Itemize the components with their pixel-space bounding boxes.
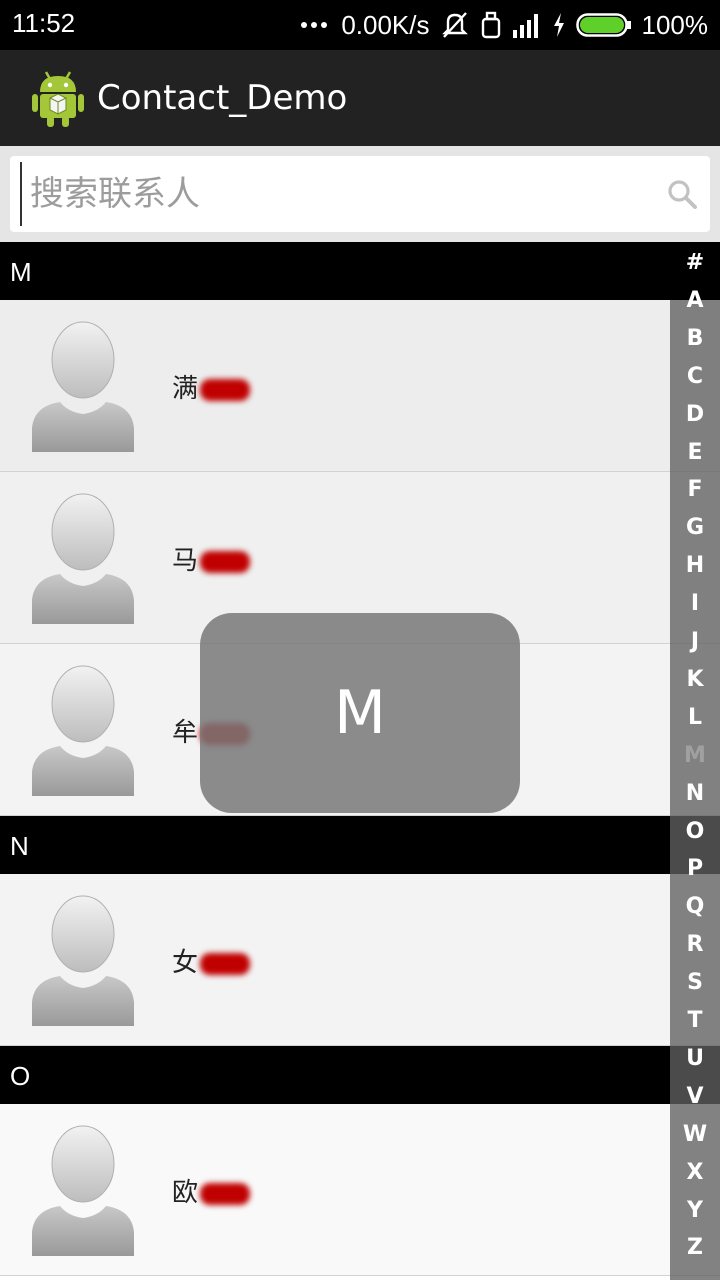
index-letter-g[interactable]: G	[670, 515, 720, 540]
contact-name-text: 牟	[172, 718, 199, 748]
search-bar	[0, 146, 720, 242]
index-letter-x[interactable]: X	[670, 1160, 720, 1185]
index-letter-q[interactable]: Q	[670, 894, 720, 919]
index-letter-c[interactable]: C	[670, 364, 720, 389]
status-time: 11:52	[12, 8, 76, 38]
index-letter-r[interactable]: R	[670, 932, 720, 957]
search-box	[10, 156, 710, 232]
redaction-mark	[200, 952, 251, 975]
status-icons: 0.00K/s 100%	[301, 8, 708, 42]
mute-icon	[441, 12, 468, 38]
battery-percent: 100%	[641, 9, 709, 40]
overlay-letter: M	[334, 678, 386, 748]
index-letter-w[interactable]: W	[670, 1122, 720, 1147]
index-letter-k[interactable]: K	[670, 667, 720, 692]
list-item[interactable]: 欧	[0, 1104, 720, 1276]
contact-name-text: 马	[172, 546, 199, 576]
index-letter-t[interactable]: T	[670, 1008, 720, 1033]
contact-name-text: 欧	[172, 1178, 199, 1208]
index-letter-m[interactable]: M	[670, 743, 720, 768]
redaction-mark	[200, 1182, 251, 1205]
index-letter-l[interactable]: L	[670, 705, 720, 730]
android-icon[interactable]	[30, 68, 86, 128]
contact-name-text: 女	[172, 948, 199, 978]
list-item[interactable]: 女	[0, 874, 720, 1046]
index-letter-z[interactable]: Z	[670, 1235, 720, 1260]
index-letter-b[interactable]: B	[670, 326, 720, 351]
index-letter-p[interactable]: P	[670, 856, 720, 881]
avatar	[28, 892, 138, 1028]
contact-name: 满	[172, 368, 251, 405]
avatar	[28, 490, 138, 626]
action-bar: Contact_Demo	[0, 50, 720, 146]
signal-icon	[512, 14, 538, 38]
avatar	[28, 1122, 138, 1258]
contact-name: 欧	[172, 1172, 251, 1209]
index-letter-hash[interactable]: #	[670, 250, 720, 275]
index-letter-s[interactable]: S	[670, 970, 720, 995]
alarm-icon	[481, 11, 500, 39]
avatar	[28, 318, 138, 454]
alphabet-index-bar[interactable]: # A B C D E F G H I J K L M N O P Q R S T U V W X Y Z	[670, 242, 720, 1280]
redaction-mark	[200, 550, 251, 573]
index-letter-f[interactable]: F	[670, 477, 720, 502]
section-header-n: N	[0, 816, 720, 874]
index-letter-v[interactable]: V	[670, 1084, 720, 1109]
index-letter-u[interactable]: U	[670, 1046, 720, 1071]
contact-name: 马	[172, 540, 251, 577]
index-letter-n[interactable]: N	[670, 781, 720, 806]
search-icon[interactable]	[666, 178, 698, 210]
app-title: Contact_Demo	[97, 78, 348, 118]
status-bar: 11:52 0.00K/s 100%	[0, 0, 720, 50]
redaction-mark	[200, 378, 251, 401]
contact-name: 女	[172, 942, 251, 979]
list-item[interactable]: 满	[0, 300, 720, 472]
avatar	[28, 662, 138, 798]
section-header-m: M	[0, 242, 720, 300]
index-letter-e[interactable]: E	[670, 440, 720, 465]
contact-name-text: 满	[172, 374, 199, 404]
index-letter-a[interactable]: A	[670, 288, 720, 313]
index-letter-i[interactable]: I	[670, 591, 720, 616]
search-input[interactable]	[20, 162, 650, 226]
index-letter-d[interactable]: D	[670, 402, 720, 427]
network-speed: 0.00K/s	[341, 9, 430, 40]
index-letter-y[interactable]: Y	[670, 1198, 720, 1223]
index-letter-h[interactable]: H	[670, 553, 720, 578]
battery-icon	[575, 13, 631, 37]
index-letter-overlay: M	[200, 613, 520, 813]
charging-icon	[553, 13, 564, 37]
more-dots-icon	[301, 22, 328, 28]
index-letter-j[interactable]: J	[670, 629, 720, 654]
index-letter-o[interactable]: O	[670, 819, 720, 844]
section-header-o: O	[0, 1046, 720, 1104]
